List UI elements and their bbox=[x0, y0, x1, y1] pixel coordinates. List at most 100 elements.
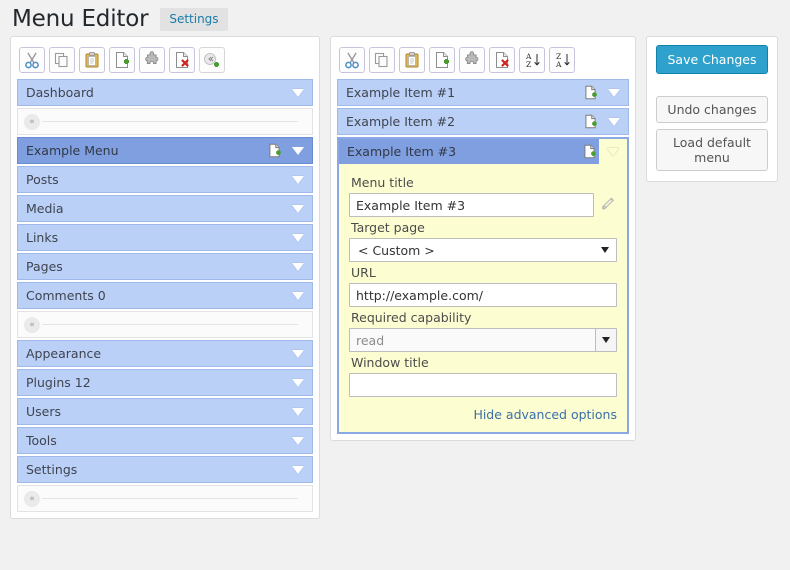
submenu-list: Example Item #1 Example Item #2 Example It… bbox=[337, 79, 629, 434]
menu-item-label: Example Item #2 bbox=[346, 114, 580, 129]
cut-button[interactable] bbox=[19, 47, 45, 73]
load-default-menu-button[interactable]: Load default menu bbox=[656, 129, 768, 171]
new-separator-button[interactable] bbox=[199, 47, 225, 73]
menu-item-plugins[interactable]: Plugins 12 bbox=[17, 369, 313, 396]
hide-advanced-options-link[interactable]: Hide advanced options bbox=[349, 407, 617, 422]
delete-menu-button[interactable] bbox=[489, 47, 515, 73]
menu-separator-row[interactable]: « bbox=[17, 108, 313, 135]
menu-title-input[interactable] bbox=[349, 193, 594, 217]
menu-item-label: Tools bbox=[26, 433, 284, 448]
toggle-arrow-button[interactable] bbox=[284, 408, 312, 416]
menu-item-label: Example Menu bbox=[26, 143, 264, 158]
menu-item-links[interactable]: Links bbox=[17, 224, 313, 251]
toggle-arrow-button[interactable] bbox=[284, 292, 312, 300]
menu-item-settings[interactable]: Settings bbox=[17, 456, 313, 483]
menu-item-users[interactable]: Users bbox=[17, 398, 313, 425]
delete-menu-icon bbox=[493, 51, 511, 69]
menu-separator-row[interactable]: « bbox=[17, 311, 313, 338]
chevron-down-icon bbox=[292, 176, 304, 184]
copy-button[interactable] bbox=[49, 47, 75, 73]
chevron-down-icon bbox=[292, 350, 304, 358]
menu-separator-row[interactable]: « bbox=[17, 485, 313, 512]
paste-button[interactable] bbox=[79, 47, 105, 73]
menu-title-label: Menu title bbox=[351, 175, 617, 190]
new-menu-icon bbox=[583, 114, 598, 129]
target-page-select[interactable]: < Custom > bbox=[349, 238, 617, 262]
item-editor-form: Menu titleTarget page< Custom >URLRequir… bbox=[339, 164, 627, 432]
menu-item-comments[interactable]: Comments 0 bbox=[17, 282, 313, 309]
chevron-down-icon bbox=[292, 437, 304, 445]
sort-az-button[interactable]: AZ bbox=[519, 47, 545, 73]
delete-menu-button[interactable] bbox=[169, 47, 195, 73]
svg-text:A: A bbox=[555, 60, 562, 69]
submenu-panel: AZZA Example Item #1Example Item #2Examp… bbox=[330, 36, 636, 441]
toggle-arrow-button[interactable] bbox=[284, 176, 312, 184]
menu-title-row bbox=[349, 193, 617, 217]
plugin-button[interactable] bbox=[459, 47, 485, 73]
toggle-arrow-button[interactable] bbox=[599, 139, 627, 164]
edit-pencil-button[interactable] bbox=[600, 195, 617, 216]
toggle-arrow-button[interactable] bbox=[284, 466, 312, 474]
chevron-down-icon bbox=[292, 263, 304, 271]
copy-button[interactable] bbox=[369, 47, 395, 73]
tab-settings[interactable]: Settings bbox=[160, 8, 227, 31]
chevron-down-icon bbox=[292, 89, 304, 97]
plugin-button[interactable] bbox=[139, 47, 165, 73]
page-title: Menu Editor bbox=[12, 8, 148, 31]
new-menu-button[interactable] bbox=[429, 47, 455, 73]
menu-item-label: Users bbox=[26, 404, 284, 419]
page-header: Menu Editor Settings bbox=[0, 0, 790, 36]
toggle-arrow-button[interactable] bbox=[284, 263, 312, 271]
chevron-down-icon bbox=[608, 118, 620, 126]
window-title-input[interactable] bbox=[349, 373, 617, 397]
chevron-down-icon bbox=[292, 379, 304, 387]
menu-item-pages[interactable]: Pages bbox=[17, 253, 313, 280]
top-level-menu-panel: Dashboard«Example MenuPostsMediaLinksPag… bbox=[10, 36, 320, 519]
cut-button[interactable] bbox=[339, 47, 365, 73]
menu-item-appearance[interactable]: Appearance bbox=[17, 340, 313, 367]
menu-item-dashboard[interactable]: Dashboard bbox=[17, 79, 313, 106]
toggle-arrow-button[interactable] bbox=[284, 147, 312, 155]
toggle-arrow-button[interactable] bbox=[284, 205, 312, 213]
submenu-item-row-2[interactable]: Example Item #2 bbox=[337, 108, 629, 135]
chevron-down-icon bbox=[292, 147, 304, 155]
toggle-arrow-button[interactable] bbox=[284, 379, 312, 387]
undo-changes-button[interactable]: Undo changes bbox=[656, 96, 768, 123]
collapse-icon: « bbox=[24, 317, 40, 333]
submenu-item-row-1[interactable]: Example Item #1 bbox=[337, 79, 629, 106]
menu-item-media[interactable]: Media bbox=[17, 195, 313, 222]
chevron-down-icon bbox=[292, 408, 304, 416]
sort-za-button[interactable]: ZA bbox=[549, 47, 575, 73]
toggle-arrow-button[interactable] bbox=[600, 118, 628, 126]
chevron-down-icon bbox=[292, 292, 304, 300]
sort-az-icon: AZ bbox=[523, 51, 541, 69]
new-menu-icon bbox=[582, 144, 597, 159]
submenu-item-row-3[interactable]: Example Item #3 bbox=[339, 139, 627, 164]
toggle-arrow-button[interactable] bbox=[284, 350, 312, 358]
toggle-arrow-button[interactable] bbox=[284, 89, 312, 97]
url-input[interactable] bbox=[349, 283, 617, 307]
submenu-toolbar: AZ ZA bbox=[337, 43, 629, 79]
menu-item-example[interactable]: Example Menu bbox=[17, 137, 313, 164]
chevron-down-icon bbox=[292, 234, 304, 242]
paste-icon bbox=[403, 51, 421, 69]
row-icon-wrap bbox=[580, 85, 600, 100]
new-menu-button[interactable] bbox=[109, 47, 135, 73]
toggle-arrow-button[interactable] bbox=[284, 437, 312, 445]
save-changes-button[interactable]: Save Changes bbox=[656, 45, 768, 74]
menu-item-tools[interactable]: Tools bbox=[17, 427, 313, 454]
target-page-label: Target page bbox=[351, 220, 617, 235]
menu-item-label: Settings bbox=[26, 462, 284, 477]
toggle-arrow-button[interactable] bbox=[600, 89, 628, 97]
menu-item-posts[interactable]: Posts bbox=[17, 166, 313, 193]
paste-button[interactable] bbox=[399, 47, 425, 73]
actions-panel: Save Changes Undo changes Load default m… bbox=[646, 36, 778, 182]
workspace: Dashboard«Example MenuPostsMediaLinksPag… bbox=[0, 36, 790, 519]
new-menu-icon bbox=[113, 51, 131, 69]
menu-item-label: Posts bbox=[26, 172, 284, 187]
separator-line bbox=[42, 121, 298, 122]
capability-dropdown-button[interactable] bbox=[595, 328, 617, 352]
toggle-arrow-button[interactable] bbox=[284, 234, 312, 242]
capability-combobox[interactable]: read bbox=[349, 328, 617, 352]
capability-value[interactable]: read bbox=[349, 328, 595, 352]
